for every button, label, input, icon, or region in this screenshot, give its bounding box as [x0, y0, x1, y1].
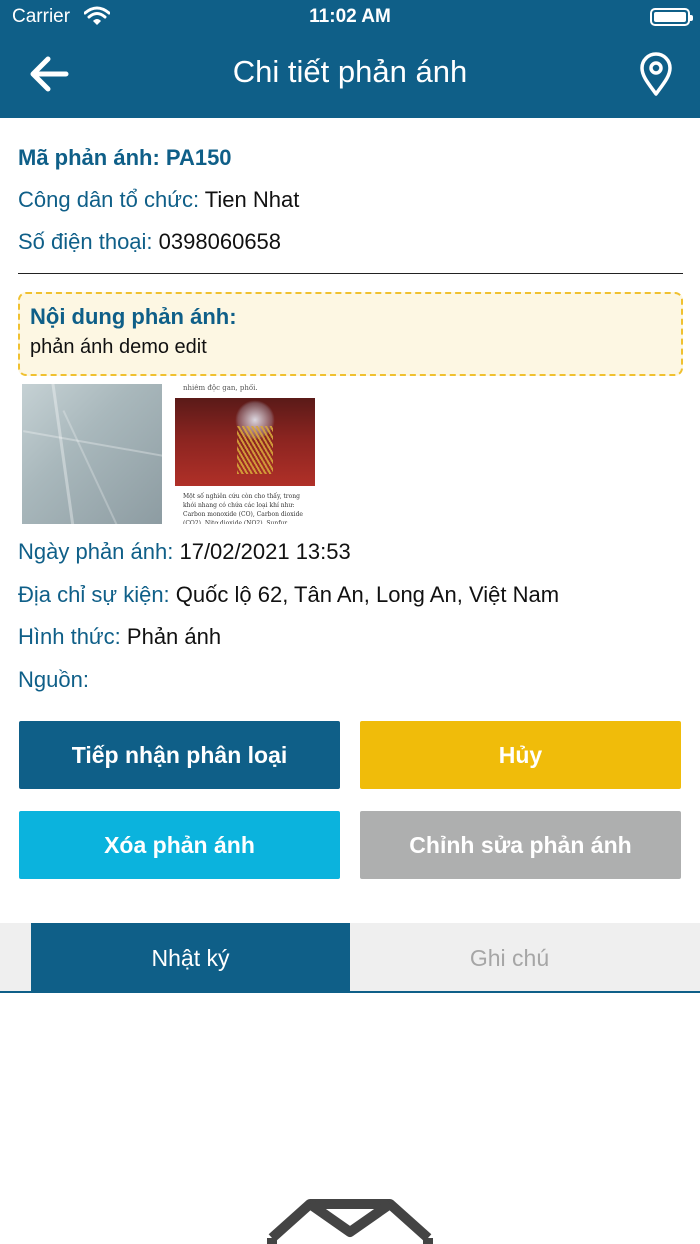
map-button[interactable] — [634, 50, 678, 98]
page-title: Chi tiết phản ánh — [232, 54, 468, 89]
source-label: Nguồn: — [18, 667, 89, 692]
delete-report-button[interactable]: Xóa phản ánh — [19, 811, 340, 879]
content-box: Nội dung phản ánh: phản ánh demo edit — [18, 292, 683, 376]
attachment-image-2[interactable]: nhiễm độc gan, phổi. Một số nghiên cứu c… — [175, 384, 315, 524]
battery-icon — [650, 8, 693, 26]
phone-row: Số điện thoại: 0398060658 — [18, 229, 281, 255]
incense-photo — [175, 398, 315, 486]
type-label: Hình thức: — [18, 624, 121, 649]
status-time: 11:02 AM — [309, 6, 391, 27]
edit-report-button[interactable]: Chỉnh sửa phản ánh — [360, 811, 681, 879]
accept-classify-button[interactable]: Tiếp nhận phân loại — [19, 721, 340, 789]
tab-log[interactable]: Nhật ký — [31, 923, 350, 993]
map-pin-icon — [640, 52, 672, 96]
type-row: Hình thức: Phản ánh — [18, 624, 221, 650]
top-bar: Carrier 11:02 AM Chi tiết phản ánh — [0, 0, 700, 118]
attachment-2-paragraph: Một số nghiên cứu còn cho thấy, trong kh… — [183, 493, 303, 524]
citizen-value: Tien Nhat — [204, 187, 300, 212]
report-code: Mã phản ánh: PA150 — [18, 145, 232, 171]
type-value: Phản ánh — [126, 624, 222, 649]
phone-value: 0398060658 — [158, 229, 282, 254]
empty-box-icon — [267, 1199, 433, 1244]
attachment-2-top-text: nhiễm độc gan, phổi. — [183, 384, 258, 392]
tab-bar: Nhật ký Ghi chú — [0, 923, 700, 993]
address-value: Quốc lộ 62, Tân An, Long An, Việt Nam — [175, 582, 560, 607]
content-title: Nội dung phản ánh: — [30, 304, 237, 329]
citizen-row: Công dân tổ chức: Tien Nhat — [18, 187, 299, 213]
divider — [18, 273, 683, 274]
cancel-button[interactable]: Hủy — [360, 721, 681, 789]
address-label: Địa chỉ sự kiện: — [18, 582, 170, 607]
tab-notes[interactable]: Ghi chú — [350, 923, 669, 993]
date-label: Ngày phản ánh: — [18, 539, 174, 564]
status-bar: Carrier 11:02 AM — [0, 0, 700, 36]
date-value: 17/02/2021 13:53 — [179, 539, 351, 564]
report-code-label: Mã phản ánh: — [18, 145, 160, 170]
source-row: Nguồn: — [18, 667, 89, 693]
report-code-value: PA150 — [165, 145, 232, 170]
attachment-image-1[interactable] — [22, 384, 162, 524]
citizen-label: Công dân tổ chức: — [18, 187, 200, 212]
date-row: Ngày phản ánh: 17/02/2021 13:53 — [18, 539, 351, 565]
content-text: phản ánh demo edit — [30, 336, 207, 358]
address-row: Địa chỉ sự kiện: Quốc lộ 62, Tân An, Lon… — [18, 582, 559, 608]
nav-bar: Chi tiết phản ánh — [0, 36, 700, 118]
phone-label: Số điện thoại: — [18, 229, 153, 254]
